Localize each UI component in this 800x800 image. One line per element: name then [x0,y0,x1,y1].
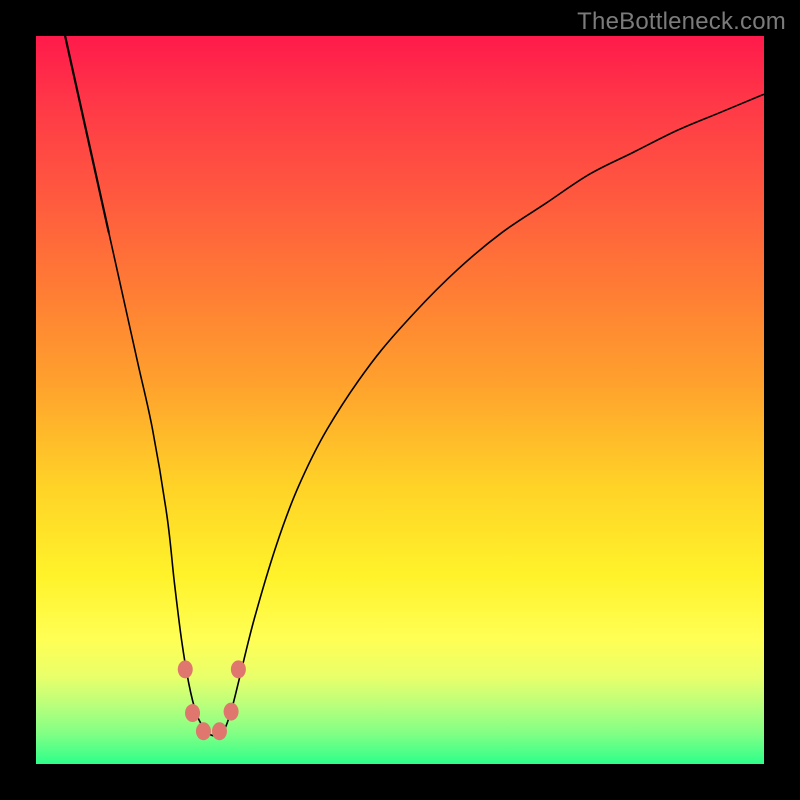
curve-dot [231,660,246,678]
marker-group [178,660,246,740]
curve-dot [212,722,227,740]
curve-dot [185,704,200,722]
watermark-text: TheBottleneck.com [577,8,786,36]
bottleneck-curve [65,36,764,736]
curve-dot [196,722,211,740]
plot-area [36,36,764,764]
chart-frame: TheBottleneck.com [0,0,800,800]
chart-svg [36,36,764,764]
curve-dot [178,660,193,678]
curve-dot [224,703,239,721]
